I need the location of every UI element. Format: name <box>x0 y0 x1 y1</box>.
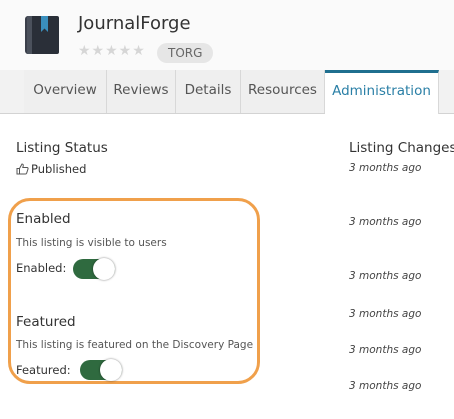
tab-bar: Overview Reviews Details Resources Admin… <box>0 70 454 114</box>
listing-header: JournalForge ★★★★★ TORG <box>0 0 454 70</box>
thumbs-up-icon <box>16 163 29 175</box>
tab-reviews[interactable]: Reviews <box>107 70 176 113</box>
listing-status-value: Published <box>16 162 86 176</box>
tab-administration[interactable]: Administration <box>325 70 439 114</box>
toggle-knob <box>93 258 115 280</box>
listing-changes-heading: Listing Changes <box>349 140 454 156</box>
change-timestamp: 3 months ago <box>349 308 422 320</box>
featured-toggle[interactable] <box>80 359 122 381</box>
enabled-toggle-label: Enabled: <box>16 261 67 275</box>
listing-status-text: Published <box>31 162 87 176</box>
change-timestamp: 3 months ago <box>349 216 422 228</box>
tab-overview[interactable]: Overview <box>24 70 107 113</box>
book-icon <box>25 16 59 54</box>
change-timestamp: 3 months ago <box>349 162 422 174</box>
change-timestamp: 3 months ago <box>349 270 422 282</box>
toggle-knob <box>100 359 122 381</box>
enabled-description: This listing is visible to users <box>16 237 167 249</box>
app-title: JournalForge <box>78 13 191 34</box>
listing-status-heading: Listing Status <box>16 140 108 156</box>
rating-stars-icon: ★★★★★ <box>78 43 146 59</box>
tag-badge[interactable]: TORG <box>157 43 214 63</box>
tab-resources[interactable]: Resources <box>241 70 325 113</box>
enabled-heading: Enabled <box>16 211 71 227</box>
enabled-toggle[interactable] <box>73 258 115 280</box>
featured-heading: Featured <box>16 314 76 330</box>
change-timestamp: 3 months ago <box>349 380 422 392</box>
featured-toggle-label: Featured: <box>16 363 71 377</box>
featured-description: This listing is featured on the Discover… <box>16 339 254 351</box>
administration-panel: Listing Status Published Enabled This li… <box>0 114 454 419</box>
tab-details[interactable]: Details <box>176 70 241 113</box>
change-timestamp: 3 months ago <box>349 344 422 356</box>
